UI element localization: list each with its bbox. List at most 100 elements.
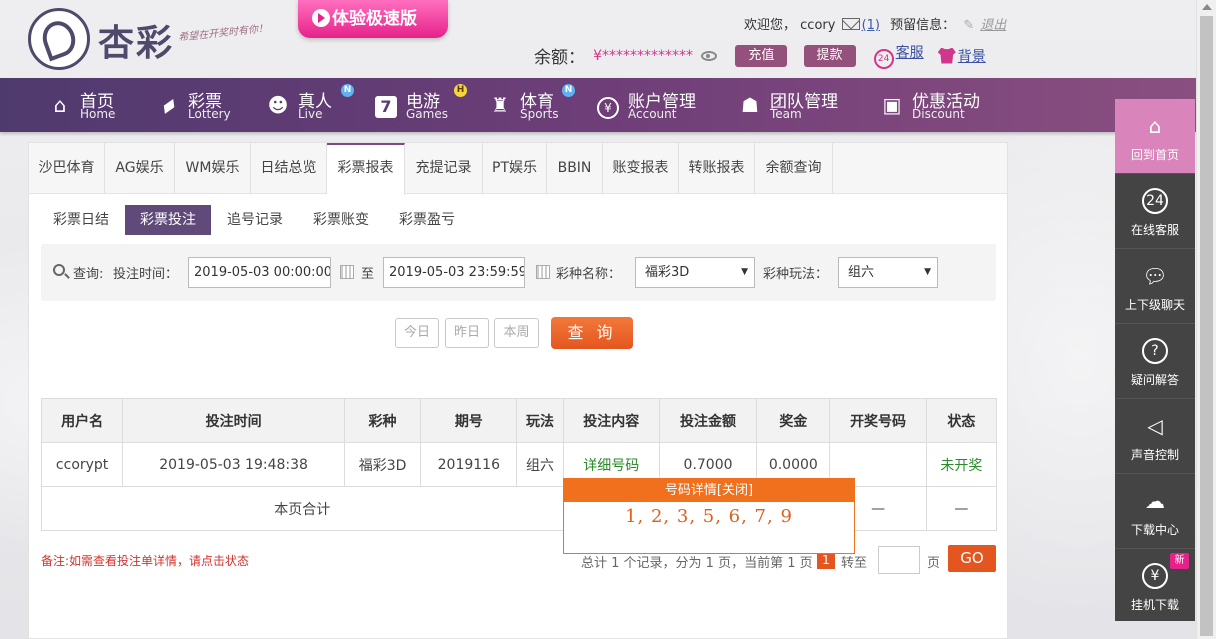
subtab-chase-records[interactable]: 追号记录 [215, 205, 295, 235]
dealer-icon: ☻ [267, 93, 289, 117]
page-scrollbar[interactable] [1196, 0, 1216, 639]
service-link[interactable]: 24 客服 [873, 42, 924, 69]
play-type-label: 彩种玩法： [763, 267, 829, 282]
bet-time-label: 投注时间： [113, 267, 179, 282]
jump-label: 转至 [841, 556, 868, 571]
tab-pt[interactable]: PT娱乐 [483, 143, 547, 194]
username: ccory [800, 18, 836, 33]
to-label: 至 [361, 267, 375, 282]
cell-lottery: 福彩3D [343, 442, 422, 487]
tab-transfer[interactable]: 转账报表 [679, 143, 755, 194]
total-cell: — [925, 486, 998, 531]
balance-row: 余额： ¥************* 充值 提款 24 客服 背景 [534, 42, 986, 70]
tab-lottery-report[interactable]: 彩票报表 [327, 143, 405, 195]
subtab-lottery-daily[interactable]: 彩票日结 [41, 205, 121, 235]
sidebar-sound[interactable]: ◁ 声音控制 [1115, 399, 1195, 474]
popup-close-link[interactable]: 号码详情[关闭] [564, 479, 854, 502]
col-lottery: 彩种 [343, 398, 422, 443]
sidebar-chat[interactable]: 💬︎ 上下级聊天 [1115, 249, 1195, 324]
question-icon: ? [1142, 338, 1168, 364]
subtab-lottery-pnl[interactable]: 彩票盈亏 [387, 205, 467, 235]
eye-icon[interactable] [701, 50, 718, 61]
background-link[interactable]: 背景 [937, 46, 986, 66]
headset-24-icon: 24 [1142, 188, 1168, 214]
gift-icon: ▣ [882, 93, 902, 117]
logout-link[interactable]: 退出 [980, 18, 1006, 33]
header: 杏彩 希望在开奖时有你！ 体验极速版 欢迎您， ccory (1) 预留信息： … [0, 0, 1196, 78]
play-type-select[interactable]: 组六 ▼ [838, 257, 938, 288]
page-total-label: 本页合计 [41, 486, 564, 531]
sidebar-online-service[interactable]: 24 在线客服 [1115, 174, 1195, 249]
report-panel: 沙巴体育 AG娱乐 WM娱乐 日结总览 彩票报表 充提记录 PT娱乐 BBIN … [28, 142, 1008, 639]
cell-username: ccorypt [40, 442, 124, 487]
dropdown-arrow-icon: ▼ [741, 267, 748, 277]
query-button[interactable]: 查 询 [551, 317, 633, 349]
report-tabs: 沙巴体育 AG娱乐 WM娱乐 日结总览 彩票报表 充提记录 PT娱乐 BBIN … [29, 143, 1007, 195]
col-bet-time: 投注时间 [122, 398, 345, 443]
edit-icon[interactable]: ✎ [963, 18, 974, 33]
headset-24-icon: 24 [873, 49, 894, 69]
ticket-icon: ▰ [154, 90, 182, 120]
tab-wm[interactable]: WM娱乐 [175, 143, 251, 194]
subtab-lottery-bets[interactable]: 彩票投注 [125, 205, 211, 235]
tab-saba-sports[interactable]: 沙巴体育 [29, 143, 105, 194]
right-sidebar: ⌂ 回到首页 24 在线客服 💬︎ 上下级聊天 ? 疑问解答 ◁ 声音控制 ☁ … [1115, 99, 1195, 621]
tab-daily-overview[interactable]: 日结总览 [251, 143, 327, 194]
col-draw-number: 开奖号码 [829, 398, 927, 443]
yesterday-button[interactable]: 昨日 [445, 318, 489, 348]
start-time-input[interactable]: 2019-05-03 00:00:00 [188, 257, 331, 288]
logo[interactable]: 杏彩 希望在开奖时有你！ [28, 8, 288, 70]
this-week-button[interactable]: 本周 [494, 318, 539, 348]
bet-numbers: 1, 2, 3, 5, 6, 7, 9 [625, 506, 793, 527]
query-label: 查询: [73, 267, 104, 282]
mail-count-link[interactable]: (1) [862, 18, 880, 33]
logo-text: 杏彩 [98, 22, 175, 64]
pager-summary: 总计 1 个记录，分为 1 页，当前第 1 页 [581, 556, 813, 571]
recharge-button[interactable]: 充值 [735, 44, 788, 67]
col-content: 投注内容 [562, 398, 660, 443]
balance-value: ¥************* [593, 47, 694, 64]
moneybag-icon: ¥ [1142, 563, 1168, 589]
tab-account-change[interactable]: 账变报表 [603, 143, 679, 194]
page-label: 页 [927, 556, 941, 571]
calendar-icon[interactable] [340, 265, 354, 279]
new-badge: N [562, 84, 575, 97]
search-form: 查询: 投注时间： 2019-05-03 00:00:00 至 2019-05-… [41, 244, 996, 301]
welcome-text: 欢迎您， [744, 18, 797, 33]
page-number-input[interactable] [878, 546, 920, 574]
sidebar-hangup-download[interactable]: ¥ 新 挂机下载 [1115, 549, 1195, 624]
lottery-select[interactable]: 福彩3D ▼ [635, 257, 755, 288]
scrollbar-thumb[interactable] [1200, 16, 1213, 636]
tab-bbin[interactable]: BBIN [547, 143, 603, 194]
tab-deposit-withdraw[interactable]: 充提记录 [405, 143, 483, 194]
sidebar-back-home[interactable]: ⌂ 回到首页 [1115, 99, 1195, 174]
col-amount: 投注金额 [658, 398, 758, 443]
mail-icon[interactable] [841, 18, 860, 30]
yen-coin-icon: ¥ [596, 93, 620, 119]
team-icon: ☗ [741, 93, 759, 117]
cell-bet-time: 2019-05-03 19:48:38 [122, 442, 345, 487]
fast-version-button[interactable]: 体验极速版 [298, 0, 448, 38]
trophy-icon: ♜ [491, 93, 509, 117]
speaker-icon: ◁ [1147, 414, 1163, 438]
cell-issue: 2019116 [420, 442, 518, 487]
tab-ag[interactable]: AG娱乐 [105, 143, 175, 194]
sidebar-download-center[interactable]: ☁ 下载中心 [1115, 474, 1195, 549]
sidebar-faq[interactable]: ? 疑问解答 [1115, 324, 1195, 399]
main-nav: ⌂ 首页 Home ▰ 彩票 Lottery ☻ 真人 Live N 7 电游 Game… [0, 78, 1196, 132]
scroll-up-icon[interactable] [1202, 4, 1212, 10]
cell-play: 组六 [516, 442, 564, 487]
subtab-lottery-account[interactable]: 彩票账变 [301, 205, 381, 235]
withdraw-button[interactable]: 提款 [803, 44, 856, 67]
tab-balance-query[interactable]: 余额查询 [755, 143, 833, 194]
col-username: 用户名 [40, 398, 124, 443]
remark-note: 备注:如需查看投注单详情，请点击状态 [41, 554, 250, 568]
today-button[interactable]: 今日 [395, 318, 439, 348]
end-time-input[interactable]: 2019-05-03 23:59:59 [383, 257, 525, 288]
col-bonus: 奖金 [756, 398, 831, 443]
calendar-icon[interactable] [536, 265, 550, 279]
search-icon [53, 264, 65, 276]
go-button[interactable]: GO [948, 545, 996, 572]
new-badge: 新 [1170, 553, 1189, 569]
status-link[interactable]: 未开奖 [925, 442, 998, 487]
